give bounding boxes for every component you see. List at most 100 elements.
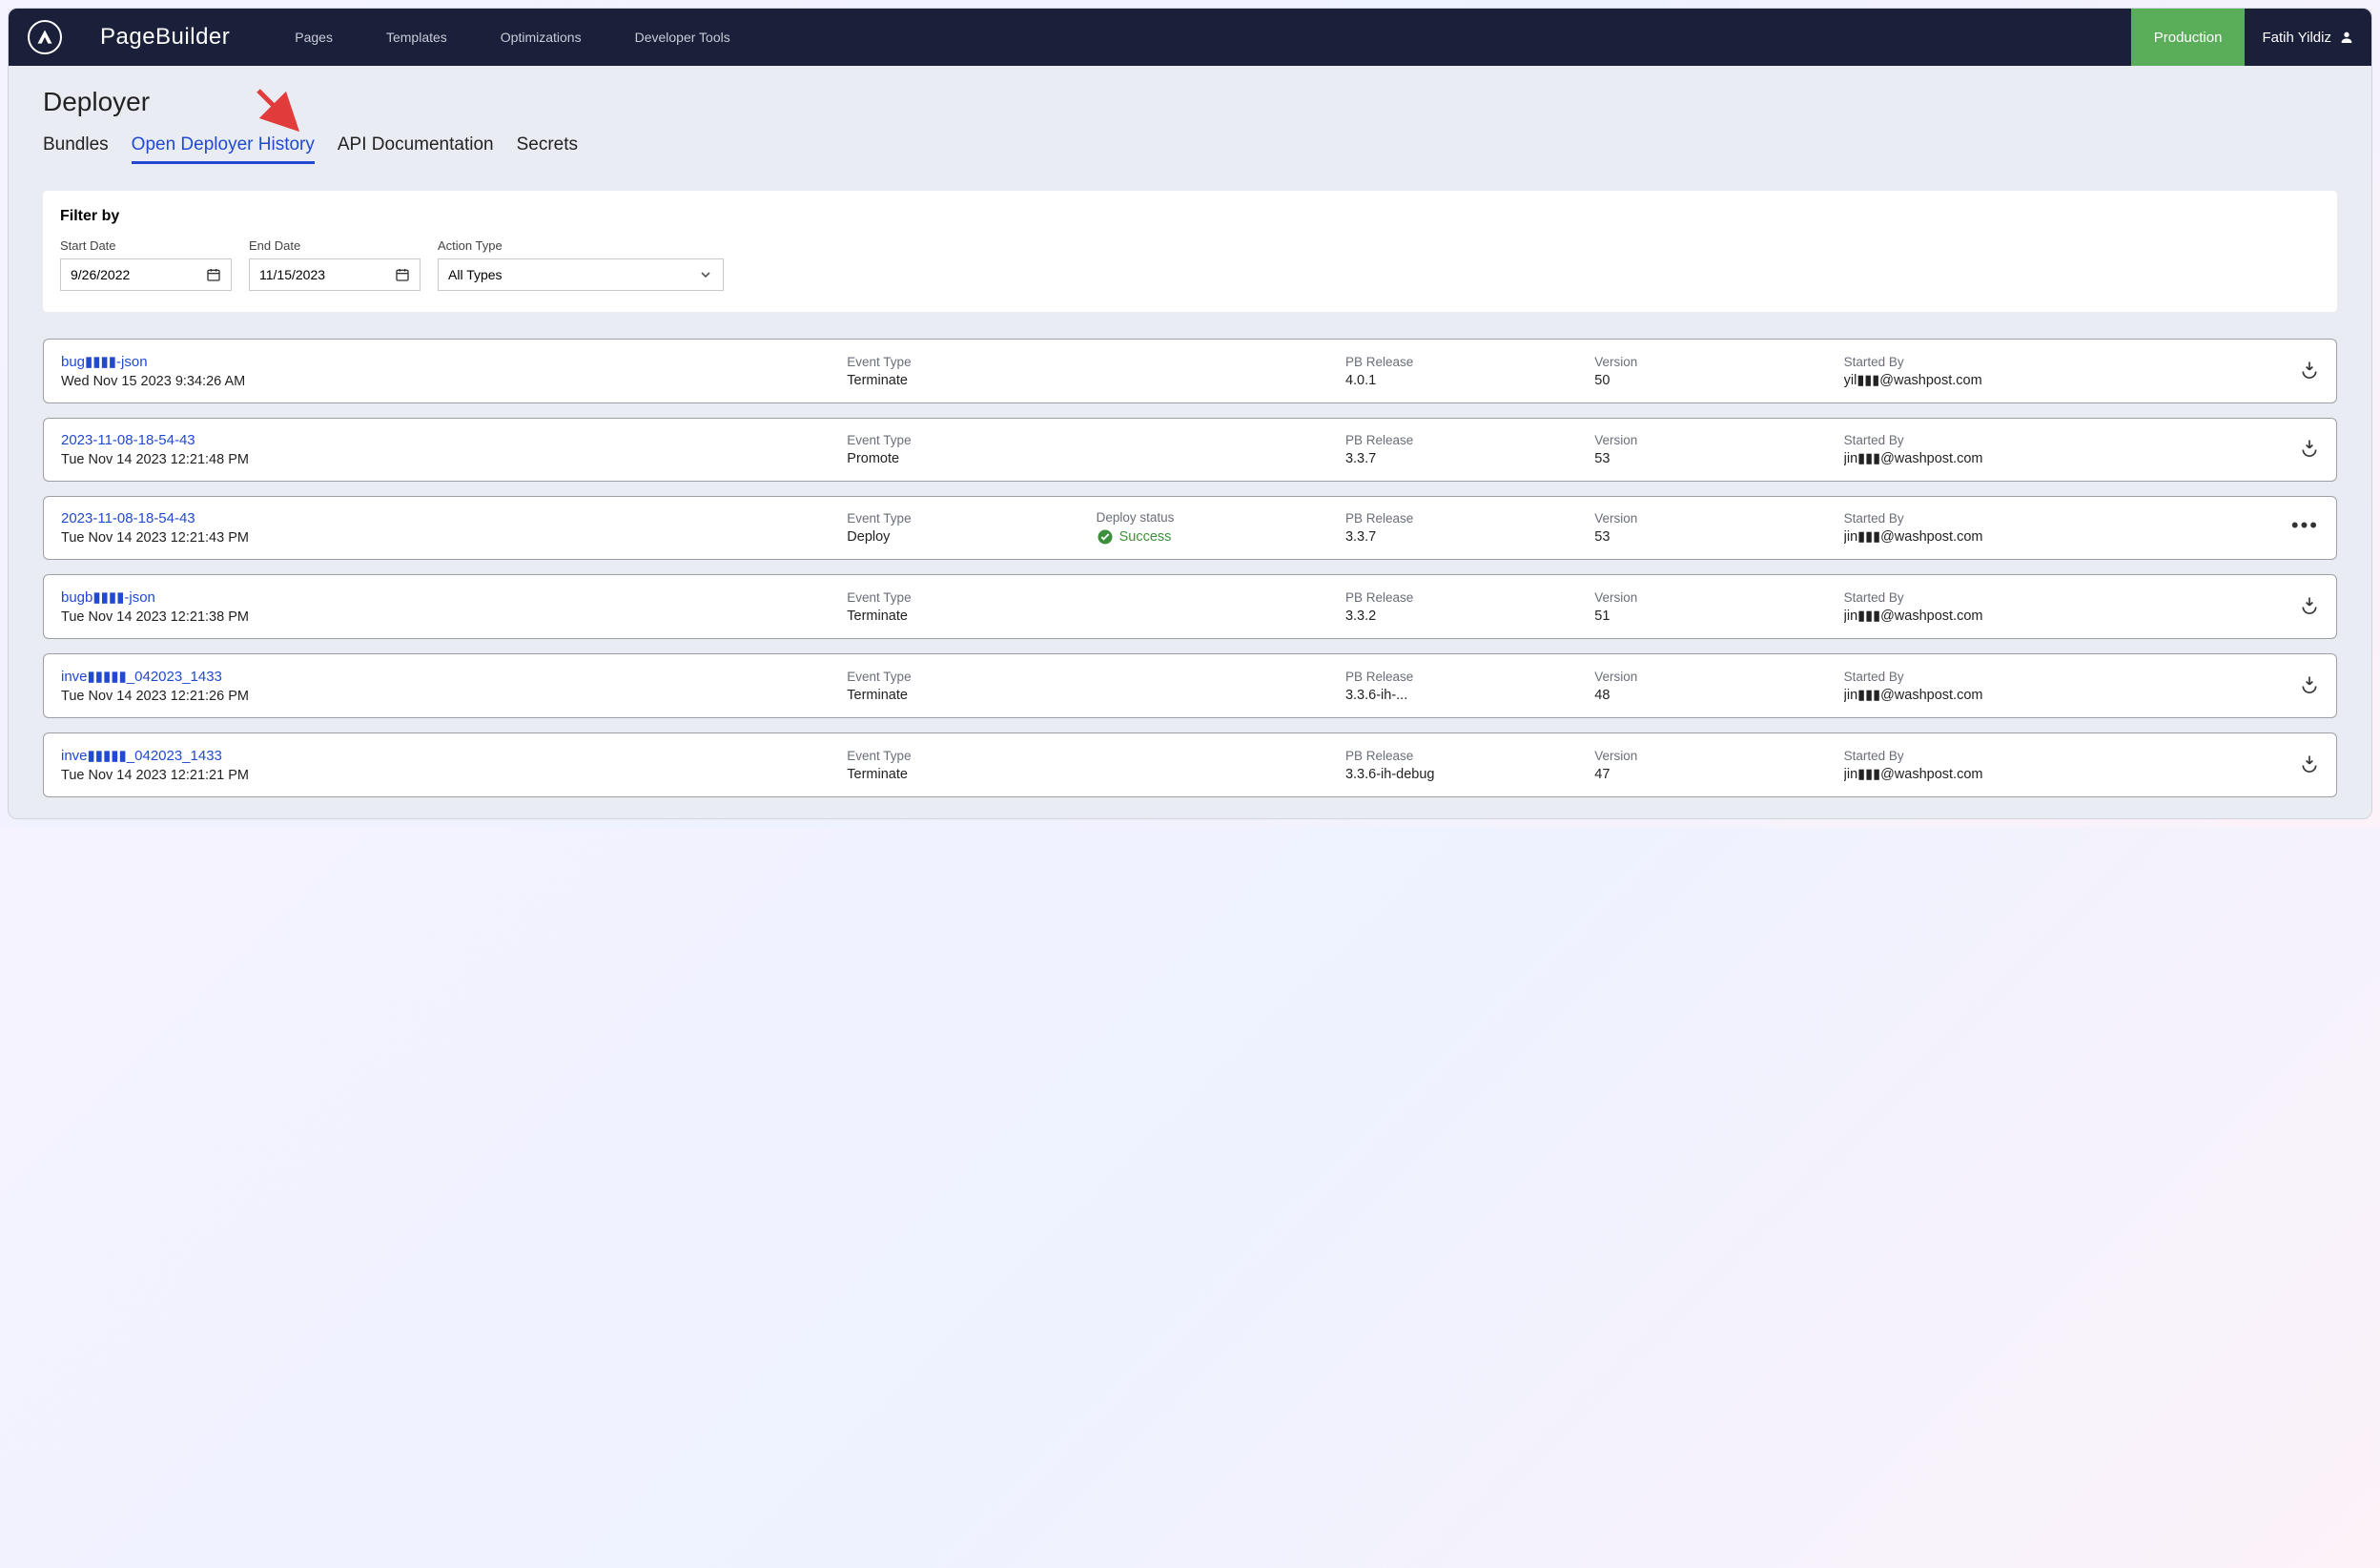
pb-release-value: 3.3.2 (1345, 609, 1587, 624)
row-timestamp: Tue Nov 14 2023 12:21:21 PM (61, 768, 839, 783)
version-header: Version (1594, 433, 1836, 447)
end-date-value: 11/15/2023 (259, 267, 325, 282)
event-type-value: Terminate (847, 373, 1088, 388)
pb-release-header: PB Release (1345, 355, 1587, 369)
brand-title: PageBuilder (100, 24, 230, 51)
version-value: 47 (1594, 767, 1836, 782)
event-type-value: Terminate (847, 767, 1088, 782)
history-list: bug▮▮▮▮-json Wed Nov 15 2023 9:34:26 AM Ev… (43, 339, 2337, 797)
nav-developer-tools[interactable]: Developer Tools (608, 9, 757, 66)
tab-bundles[interactable]: Bundles (43, 134, 109, 164)
started-by-value: jin▮▮▮@washpost.com (1844, 767, 2273, 782)
nav-optimizations[interactable]: Optimizations (474, 9, 608, 66)
version-header: Version (1594, 670, 1836, 684)
pb-release-value: 3.3.6-ih-... (1345, 688, 1587, 703)
started-by-header: Started By (1844, 749, 2273, 763)
started-by-header: Started By (1844, 355, 2273, 369)
download-icon[interactable] (2300, 674, 2319, 693)
pb-release-value: 3.3.6-ih-debug (1345, 767, 1587, 782)
bundle-link[interactable]: 2023-11-08-18-54-43 (61, 510, 839, 526)
filter-panel: Filter by Start Date 9/26/2022 End Date … (43, 191, 2337, 312)
history-row: 2023-11-08-18-54-43 Tue Nov 14 2023 12:21… (43, 418, 2337, 482)
tabs: Bundles Open Deployer History API Docume… (43, 134, 2337, 164)
event-type-header: Event Type (847, 355, 1088, 369)
row-timestamp: Wed Nov 15 2023 9:34:26 AM (61, 374, 839, 389)
environment-badge[interactable]: Production (2131, 9, 2246, 66)
version-value: 53 (1594, 529, 1836, 545)
deploy-status-header: Deploy status (1097, 510, 1338, 525)
page-title: Deployer (43, 87, 2337, 117)
version-value: 53 (1594, 451, 1836, 466)
event-type-header: Event Type (847, 511, 1088, 526)
started-by-header: Started By (1844, 590, 2273, 605)
bundle-link[interactable]: 2023-11-08-18-54-43 (61, 432, 839, 448)
download-icon[interactable] (2300, 360, 2319, 379)
row-timestamp: Tue Nov 14 2023 12:21:43 PM (61, 530, 839, 546)
event-type-header: Event Type (847, 670, 1088, 684)
history-row: inve▮▮▮▮▮_042023_1433 Tue Nov 14 2023 12:… (43, 653, 2337, 718)
download-icon[interactable] (2300, 753, 2319, 773)
user-menu[interactable]: Fatih Yildiz (2245, 9, 2371, 66)
bundle-link[interactable]: bug▮▮▮▮-json (61, 353, 839, 370)
nav-templates[interactable]: Templates (359, 9, 474, 66)
top-nav: PageBuilder Pages Templates Optimization… (9, 9, 2371, 66)
filter-title: Filter by (60, 208, 2320, 225)
bundle-link[interactable]: inve▮▮▮▮▮_042023_1433 (61, 668, 839, 685)
history-row: 2023-11-08-18-54-43 Tue Nov 14 2023 12:21… (43, 496, 2337, 560)
nav-pages[interactable]: Pages (268, 9, 359, 66)
logo-icon (28, 20, 62, 54)
event-type-value: Terminate (847, 688, 1088, 703)
action-type-label: Action Type (438, 238, 724, 253)
pb-release-value: 3.3.7 (1345, 529, 1587, 545)
row-timestamp: Tue Nov 14 2023 12:21:38 PM (61, 609, 839, 625)
deploy-status-value: Success (1097, 528, 1338, 546)
row-timestamp: Tue Nov 14 2023 12:21:26 PM (61, 689, 839, 704)
event-type-header: Event Type (847, 433, 1088, 447)
pb-release-value: 3.3.7 (1345, 451, 1587, 466)
start-date-value: 9/26/2022 (71, 267, 130, 282)
chevron-down-icon (698, 267, 713, 282)
end-date-label: End Date (249, 238, 421, 253)
action-type-value: All Types (448, 267, 503, 282)
pb-release-header: PB Release (1345, 511, 1587, 526)
started-by-value: jin▮▮▮@washpost.com (1844, 529, 2273, 545)
row-timestamp: Tue Nov 14 2023 12:21:48 PM (61, 452, 839, 467)
download-icon[interactable] (2300, 438, 2319, 457)
version-header: Version (1594, 749, 1836, 763)
version-header: Version (1594, 590, 1836, 605)
bundle-link[interactable]: bugb▮▮▮▮-json (61, 588, 839, 606)
version-value: 50 (1594, 373, 1836, 388)
started-by-value: jin▮▮▮@washpost.com (1844, 609, 2273, 624)
started-by-header: Started By (1844, 433, 2273, 447)
event-type-header: Event Type (847, 590, 1088, 605)
event-type-header: Event Type (847, 749, 1088, 763)
history-row: bugb▮▮▮▮-json Tue Nov 14 2023 12:21:38 PM… (43, 574, 2337, 639)
version-header: Version (1594, 511, 1836, 526)
download-icon[interactable] (2300, 595, 2319, 614)
app-frame: PageBuilder Pages Templates Optimization… (8, 8, 2372, 819)
content-area: Deployer Bundles Open Deployer History A… (9, 66, 2371, 818)
tab-secrets[interactable]: Secrets (517, 134, 578, 164)
bundle-link[interactable]: inve▮▮▮▮▮_042023_1433 (61, 747, 839, 764)
pb-release-header: PB Release (1345, 433, 1587, 447)
started-by-value: jin▮▮▮@washpost.com (1844, 688, 2273, 703)
more-actions-icon[interactable]: ••• (2291, 513, 2319, 537)
user-name: Fatih Yildiz (2262, 30, 2331, 46)
started-by-header: Started By (1844, 511, 2273, 526)
event-type-value: Terminate (847, 609, 1088, 624)
tab-api-documentation[interactable]: API Documentation (338, 134, 494, 164)
history-row: inve▮▮▮▮▮_042023_1433 Tue Nov 14 2023 12:… (43, 732, 2337, 797)
user-icon (2339, 30, 2354, 45)
history-row: bug▮▮▮▮-json Wed Nov 15 2023 9:34:26 AM Ev… (43, 339, 2337, 403)
started-by-header: Started By (1844, 670, 2273, 684)
action-type-select[interactable]: All Types (438, 258, 724, 291)
version-value: 48 (1594, 688, 1836, 703)
start-date-label: Start Date (60, 238, 232, 253)
calendar-icon (395, 267, 410, 282)
end-date-input[interactable]: 11/15/2023 (249, 258, 421, 291)
start-date-input[interactable]: 9/26/2022 (60, 258, 232, 291)
started-by-value: jin▮▮▮@washpost.com (1844, 451, 2273, 466)
check-circle-icon (1097, 528, 1114, 546)
tab-open-deployer-history[interactable]: Open Deployer History (132, 134, 315, 164)
event-type-value: Promote (847, 451, 1088, 466)
